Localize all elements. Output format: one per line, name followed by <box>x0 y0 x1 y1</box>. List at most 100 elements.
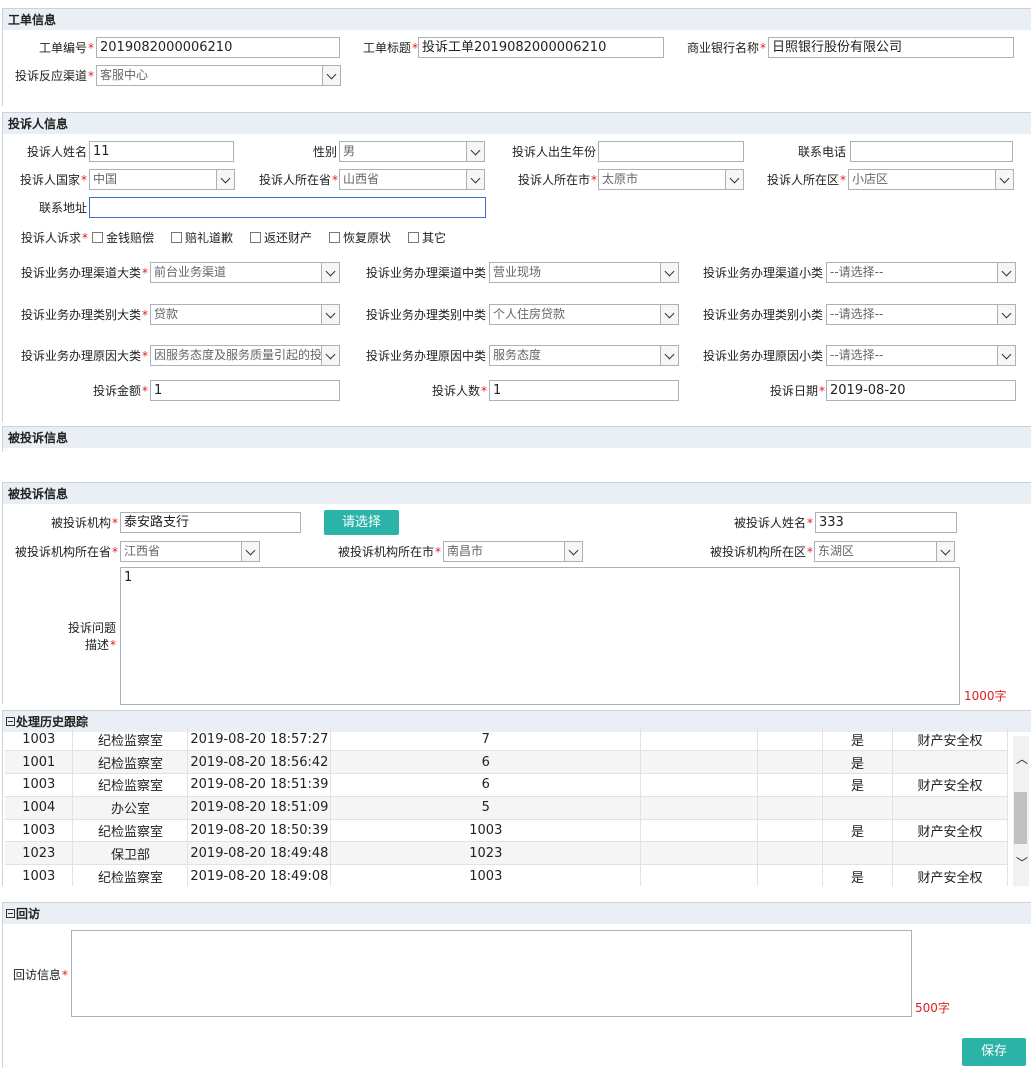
org-city-select[interactable]: 南昌市 <box>443 541 583 562</box>
reason-small-select[interactable]: --请选择-- <box>826 345 1016 366</box>
chevron-down-icon <box>466 170 484 189</box>
person-input[interactable]: 333 <box>815 512 957 533</box>
table-row[interactable]: 1023 保卫部 2019-08-20 18:49:48 1023 <box>5 841 1009 866</box>
table-cell <box>640 728 759 752</box>
amount-label: 投诉金额* <box>92 384 148 398</box>
table-cell <box>892 796 1009 820</box>
table-row[interactable]: 1004 办公室 2019-08-20 18:51:09 5 <box>5 796 1009 820</box>
table-cell: 财产安全权 <box>892 864 1009 886</box>
table-cell: 1003 <box>330 864 642 886</box>
birth-year-input[interactable] <box>598 141 744 162</box>
table-cell: 1003 <box>5 773 74 797</box>
desc-textarea[interactable]: 1 <box>120 567 960 705</box>
chevron-down-icon <box>322 66 340 85</box>
table-cell: 2019-08-20 18:51:39 <box>187 773 332 797</box>
gender-select[interactable]: 男 <box>339 141 485 162</box>
chevron-down-icon <box>660 346 678 365</box>
table-cell: 2019-08-20 18:57:27 <box>187 728 332 752</box>
chevron-down-icon <box>321 346 339 365</box>
table-cell: 是 <box>822 864 893 886</box>
section-header[interactable]: 被投诉信息 <box>3 426 1031 448</box>
country-label: 投诉人国家* <box>19 173 87 187</box>
history-scrollbar[interactable]: ︿ ﹀ <box>1013 736 1029 886</box>
table-cell: 纪检监察室 <box>72 864 189 886</box>
org-province-select[interactable]: 江西省 <box>120 541 260 562</box>
category-small-select[interactable]: --请选择-- <box>826 304 1016 325</box>
demand-checkbox-other[interactable]: 其它 <box>408 229 446 247</box>
province-select[interactable]: 山西省 <box>339 169 485 190</box>
channel-select[interactable]: 客服中心 <box>96 65 341 86</box>
desc-limit: 1000字 <box>964 689 1007 703</box>
reason-mid-select[interactable]: 服务态度 <box>489 345 679 366</box>
scroll-up-icon[interactable]: ︿ <box>1016 750 1028 767</box>
table-row[interactable]: 1003 纪检监察室 2019-08-20 18:49:08 1003 是财产安全权 <box>5 864 1009 886</box>
table-cell: 6 <box>330 750 642 775</box>
table-row[interactable]: 1001 纪检监察室 2019-08-20 18:56:42 6 是 <box>5 750 1009 775</box>
category-small-label: 投诉业务办理类别小类 <box>702 308 823 322</box>
amount-input[interactable]: 1 <box>150 380 340 401</box>
table-cell <box>757 864 824 886</box>
table-cell: 1003 <box>5 864 74 886</box>
table-cell: 是 <box>822 773 893 797</box>
date-input[interactable]: 2019-08-20 <box>826 380 1016 401</box>
section-header[interactable]: 回访 <box>3 902 1031 924</box>
gender-label: 性别 <box>312 145 337 159</box>
table-cell: 2019-08-20 18:49:48 <box>187 841 332 866</box>
revisit-textarea[interactable] <box>71 930 912 1017</box>
bank-name-input[interactable]: 日照银行股份有限公司 <box>768 37 1014 58</box>
respondent-collapsed-section: 被投诉信息 <box>2 426 1031 452</box>
channel-small-select[interactable]: --请选择-- <box>826 262 1016 283</box>
section-header: 被投诉信息 <box>3 482 1031 504</box>
table-row[interactable]: 1003 纪检监察室 2019-08-20 18:50:39 1003 是财产安全权 <box>5 819 1009 843</box>
table-cell: 1004 <box>5 796 74 820</box>
table-cell <box>892 841 1009 866</box>
table-cell <box>757 773 824 797</box>
district-select[interactable]: 小店区 <box>848 169 1014 190</box>
district-label: 投诉人所在区* <box>766 173 846 187</box>
chevron-down-icon <box>995 170 1013 189</box>
channel-mid-select[interactable]: 营业现场 <box>489 262 679 283</box>
phone-input[interactable] <box>850 141 1013 162</box>
demand-checkbox-apology[interactable]: 赔礼道歉 <box>171 229 233 247</box>
table-cell <box>640 773 759 797</box>
channel-big-select[interactable]: 前台业务渠道 <box>150 262 340 283</box>
category-mid-select[interactable]: 个人住房贷款 <box>489 304 679 325</box>
scroll-down-icon[interactable]: ﹀ <box>1016 854 1028 871</box>
table-cell <box>757 819 824 843</box>
reason-big-label: 投诉业务办理原因大类* <box>20 349 148 363</box>
choose-org-button[interactable]: 请选择 <box>324 510 399 535</box>
table-cell: 2019-08-20 18:49:08 <box>187 864 332 886</box>
history-section: 处理历史跟踪 1003 纪检监察室 2019-08-20 18:57:27 7 是财产安… <box>2 710 1031 886</box>
city-select[interactable]: 太原市 <box>598 169 744 190</box>
chevron-down-icon <box>241 542 259 561</box>
section-header: 工单信息 <box>3 8 1031 30</box>
org-district-select[interactable]: 东湖区 <box>814 541 955 562</box>
table-row[interactable]: 1003 纪检监察室 2019-08-20 18:57:27 7 是财产安全权 <box>5 728 1009 752</box>
save-button[interactable]: 保存 <box>962 1038 1026 1066</box>
count-input[interactable]: 1 <box>489 380 679 401</box>
section-header: 投诉人信息 <box>3 112 1031 134</box>
address-input[interactable] <box>89 197 486 218</box>
demand-checkbox-return[interactable]: 返还财产 <box>250 229 312 247</box>
reason-big-select[interactable]: 因服务态度及服务质量引起的投 <box>150 345 340 366</box>
demand-label: 投诉人诉求* <box>20 231 88 245</box>
chevron-down-icon <box>564 542 582 561</box>
table-cell <box>640 819 759 843</box>
category-big-select[interactable]: 贷款 <box>150 304 340 325</box>
chevron-down-icon <box>997 346 1015 365</box>
demand-checkbox-restore[interactable]: 恢复原状 <box>329 229 391 247</box>
ticket-title-input[interactable]: 投诉工单2019082000006210 <box>418 37 664 58</box>
table-cell <box>757 841 824 866</box>
table-row[interactable]: 1003 纪检监察室 2019-08-20 18:51:39 6 是财产安全权 <box>5 773 1009 797</box>
ticket-no-input[interactable]: 2019082000006210 <box>96 37 340 58</box>
org-input[interactable]: 泰安路支行 <box>120 512 301 533</box>
demand-checkbox-money[interactable]: 金钱赔偿 <box>92 229 154 247</box>
country-select[interactable]: 中国 <box>89 169 235 190</box>
scroll-thumb[interactable] <box>1014 792 1027 844</box>
bank-name-label: 商业银行名称* <box>686 41 766 55</box>
collapse-icon[interactable] <box>6 909 15 918</box>
name-input[interactable]: 11 <box>89 141 234 162</box>
desc-label: 投诉问题 描述* <box>67 621 116 652</box>
table-cell <box>757 796 824 820</box>
collapse-icon[interactable] <box>6 717 15 726</box>
